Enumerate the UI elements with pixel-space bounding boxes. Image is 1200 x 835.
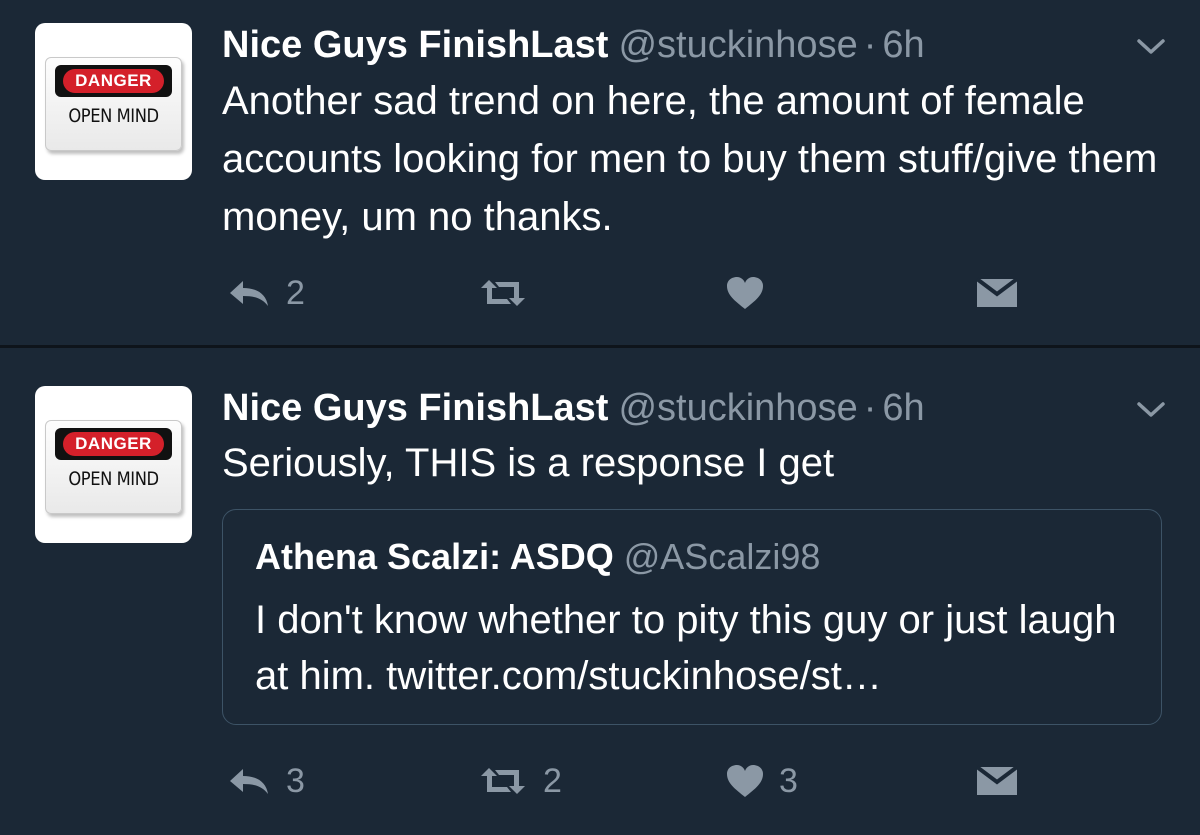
reply-icon xyxy=(226,765,272,797)
quoted-author-handle[interactable]: @AScalzi98 xyxy=(624,536,821,577)
quoted-tweet-header: Athena Scalzi: ASDQ @AScalzi98 xyxy=(255,530,820,584)
direct-message-button[interactable] xyxy=(975,756,1019,806)
author-name[interactable]: Nice Guys FinishLast xyxy=(222,24,608,66)
author-name[interactable]: Nice Guys FinishLast xyxy=(222,387,608,429)
tweet-header: Nice Guys FinishLast @stuckinhose · 6h xyxy=(222,20,925,70)
direct-message-icon xyxy=(975,277,1019,309)
sign-open-mind-label: OPEN MIND xyxy=(68,105,159,127)
quoted-tweet[interactable]: Athena Scalzi: ASDQ @AScalzi98 I don't k… xyxy=(222,509,1162,725)
tweet[interactable]: DANGER OPEN MIND Nice Guys FinishLast @st… xyxy=(0,0,1200,345)
direct-message-icon xyxy=(975,765,1019,797)
tweet-text: Seriously, THIS is a response I get xyxy=(222,441,835,485)
like-button[interactable] xyxy=(725,268,779,318)
separator-dot: · xyxy=(863,24,877,66)
retweet-count: 2 xyxy=(543,761,562,800)
like-count: 3 xyxy=(779,761,798,800)
danger-open-mind-sign: DANGER OPEN MIND xyxy=(45,57,182,151)
tweet-actions: 2 xyxy=(0,268,1200,318)
caret-down-icon[interactable] xyxy=(1133,398,1169,422)
sign-danger-band: DANGER xyxy=(55,65,172,97)
retweet-button[interactable] xyxy=(477,268,543,318)
avatar[interactable]: DANGER OPEN MIND xyxy=(35,23,192,180)
retweet-button[interactable]: 2 xyxy=(477,756,562,806)
retweet-icon xyxy=(477,765,529,797)
sign-danger-label: DANGER xyxy=(63,69,164,93)
tweet-actions: 3 2 3 xyxy=(0,756,1200,806)
reply-icon xyxy=(226,277,272,309)
separator-dot: · xyxy=(863,387,877,429)
quoted-tweet-text: I don't know whether to pity this guy or… xyxy=(255,598,1117,698)
heart-icon xyxy=(725,275,765,311)
timestamp[interactable]: 6h xyxy=(882,24,924,66)
sign-danger-band: DANGER xyxy=(55,428,172,460)
sign-danger-label: DANGER xyxy=(63,432,164,456)
tweet-header: Nice Guys FinishLast @stuckinhose · 6h xyxy=(222,383,925,433)
reply-button[interactable]: 3 xyxy=(226,756,305,806)
caret-down-icon[interactable] xyxy=(1133,35,1169,59)
heart-icon xyxy=(725,763,765,799)
quoted-author-name[interactable]: Athena Scalzi: ASDQ xyxy=(255,536,614,577)
like-button[interactable]: 3 xyxy=(725,756,798,806)
avatar[interactable]: DANGER OPEN MIND xyxy=(35,386,192,543)
reply-count: 3 xyxy=(286,761,305,800)
retweet-icon xyxy=(477,277,529,309)
author-handle[interactable]: @stuckinhose xyxy=(618,387,857,429)
reply-button[interactable]: 2 xyxy=(226,268,305,318)
danger-open-mind-sign: DANGER OPEN MIND xyxy=(45,420,182,514)
tweet[interactable]: DANGER OPEN MIND Nice Guys FinishLast @st… xyxy=(0,348,1200,835)
timestamp[interactable]: 6h xyxy=(882,387,924,429)
direct-message-button[interactable] xyxy=(975,268,1019,318)
author-handle[interactable]: @stuckinhose xyxy=(618,24,857,66)
reply-count: 2 xyxy=(286,273,305,312)
tweet-text: Another sad trend on here, the amount of… xyxy=(222,79,1158,239)
sign-open-mind-label: OPEN MIND xyxy=(68,468,159,490)
